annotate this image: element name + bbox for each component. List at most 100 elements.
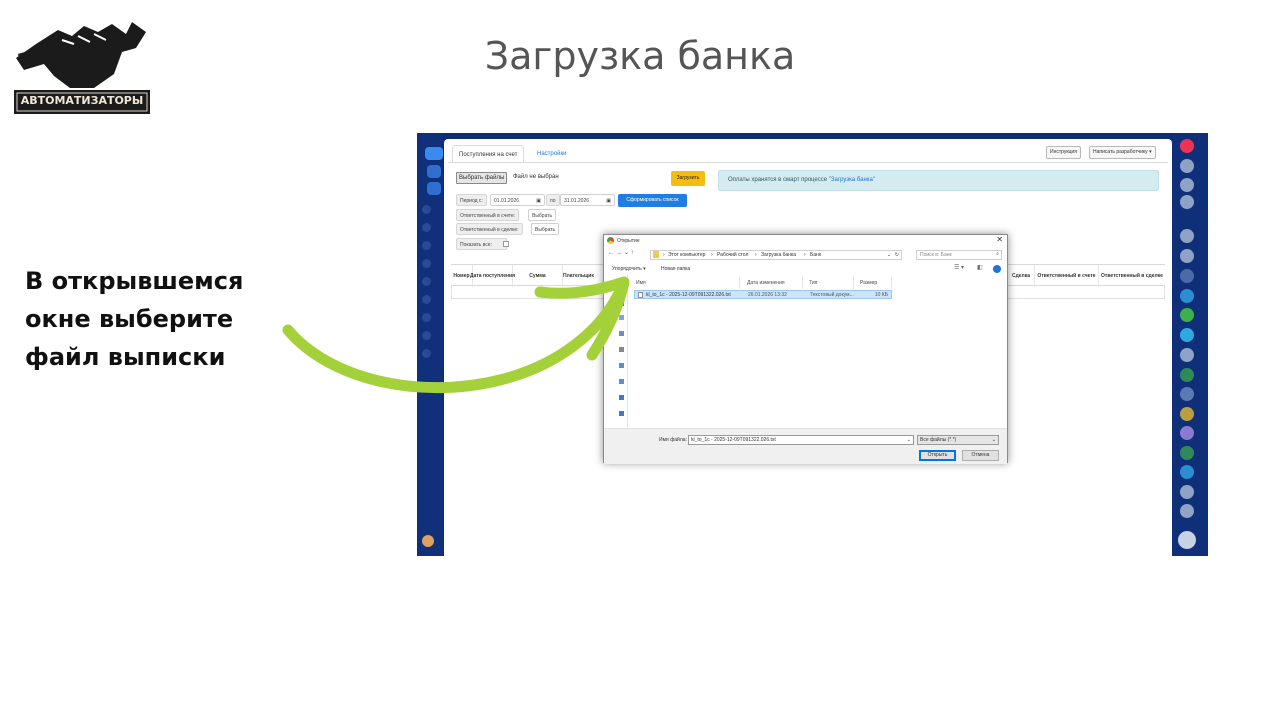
folder-icon[interactable] [619,379,624,384]
network-icon[interactable] [619,363,624,368]
sidebar-menu-dot-icon[interactable] [422,241,431,250]
col-name[interactable]: Имя [630,277,740,289]
contact-avatar-icon[interactable] [1180,269,1194,283]
file-type: Текстовый докум... [810,292,854,298]
bell-icon[interactable] [1180,159,1194,173]
resp-invoice-label: Ответственный в счете: [456,209,520,221]
view-options-icon[interactable]: ☰ ▾ [954,264,964,271]
resp-deal-label-text: Ответственный в сделке [460,227,518,233]
contact-avatar-icon[interactable] [1180,249,1194,263]
chevron-down-icon[interactable]: ⌄ [887,252,891,258]
contact-avatar-icon[interactable] [1180,368,1194,382]
search-placeholder: Поиск в: Банк [920,252,952,258]
quick-access-icon[interactable] [619,287,624,292]
col-type[interactable]: Тип [803,277,854,289]
choose-files-button[interactable]: Выбрать файлы [456,172,508,184]
tab-divider [448,162,1168,163]
file-date: 26.01.2026 13:32 [748,292,787,298]
path-item-desktop[interactable]: Рабочий стол [717,252,748,258]
user-avatar-icon[interactable] [422,535,434,547]
sidebar-menu-dot-icon[interactable] [422,259,431,268]
new-folder-button[interactable]: Новая папка [661,266,690,272]
chevron-down-icon: ⌄ [991,437,996,443]
contact-avatar-icon[interactable] [1180,407,1194,421]
contact-avatar-icon[interactable] [1180,426,1194,440]
chat-icon[interactable] [1180,328,1194,342]
search-input[interactable]: Поиск в: Банк ⌕ [916,250,1002,260]
resp-invoice-label-text: Ответственный в счете [460,213,514,219]
calendar-icon: ▣ [536,198,541,204]
upload-button[interactable]: Загрузить [671,171,705,186]
chat-icon[interactable] [1180,387,1194,401]
file-name: kl_to_1c - 2025-12-09T091322.026.txt [646,292,731,298]
desktop-icon[interactable] [619,315,624,320]
path-separator: › [711,252,713,258]
menu-icon[interactable] [1178,531,1196,549]
col-payer: Плательщик [563,265,605,287]
sidebar-menu-dot-icon[interactable] [422,313,431,322]
sidebar-menu-dot-icon[interactable] [422,205,431,214]
tab-settings[interactable]: Настройки [531,145,572,163]
sidebar-menu-dot-icon[interactable] [422,349,431,358]
sidebar-link-icon[interactable] [427,165,441,178]
period-to-input[interactable]: 31.01.2026 ▣ [560,194,615,206]
robot-icon[interactable] [1180,465,1194,479]
resp-deal-choose[interactable]: Выбрать [531,223,560,235]
sidebar-menu-dot-icon[interactable] [422,331,431,340]
cancel-button[interactable]: Отмена [962,450,999,461]
filetype-select[interactable]: Все файлы (*.*) ⌄ [917,435,999,445]
col-size[interactable]: Размер [854,277,892,289]
period-to-value: 31.01.2026 [564,198,590,204]
open-button[interactable]: Открыть [919,450,956,461]
instructions-button[interactable]: Инструкция [1046,146,1081,159]
col-deal: Сделка [1007,265,1035,287]
chevron-down-icon[interactable]: ⌄ [907,436,911,444]
info-link[interactable]: "Загрузка банка" [829,177,875,183]
chat-icon[interactable] [1180,289,1194,303]
refresh-icon[interactable]: ↻ [895,252,899,258]
address-bar[interactable]: › Этот компьютер › Рабочий стол › Загруз… [650,250,902,260]
resp-deal-label: Ответственный в сделке: [456,223,523,235]
path-item-bank-upload[interactable]: Загрузка банка [761,252,796,258]
documents-icon[interactable] [619,331,624,336]
drive-icon[interactable] [619,347,624,352]
path-item-bank[interactable]: Банк [810,252,821,258]
search-icon[interactable] [1180,195,1194,209]
write-developer-button[interactable]: Написать разработчику ▾ [1089,146,1156,159]
close-icon[interactable]: ✕ [996,235,1003,244]
path-item-computer[interactable]: Этот компьютер [668,252,705,258]
period-from-value: 01.01.2026 [494,198,520,204]
folder-icon [653,251,659,258]
help-icon[interactable] [993,265,1001,273]
no-file-text: Файл не выбран [513,174,559,180]
phone-icon[interactable] [1180,446,1194,460]
sidebar-menu-dot-icon[interactable] [422,277,431,286]
onedrive-icon[interactable] [619,301,624,306]
period-from-input[interactable]: 01.01.2026 ▣ [490,194,545,206]
notification-badge-icon[interactable] [1180,139,1194,153]
filename-input[interactable]: kl_to_1c - 2025-12-09T091322.026.txt ⌄ [688,435,914,445]
preview-pane-icon[interactable]: ◧ [977,264,983,271]
tab-incoming[interactable]: Поступления на счет [452,145,525,163]
portal-right-sidebar [1172,133,1208,556]
settings-icon[interactable] [1180,178,1194,192]
folder-icon[interactable] [619,411,624,416]
form-list-button[interactable]: Сформировать список [618,194,687,207]
nav-arrows-icon[interactable]: ←→⌄↑ [608,249,636,256]
contact-avatar-icon[interactable] [1180,504,1194,518]
contact-avatar-icon[interactable] [1180,485,1194,499]
file-list-item[interactable]: kl_to_1c - 2025-12-09T091322.026.txt 26.… [634,290,892,299]
sidebar-close-icon[interactable] [425,147,443,160]
show-all-checkbox[interactable] [503,241,509,247]
calendar-icon: ▣ [606,198,611,204]
resp-invoice-choose[interactable]: Выбрать [528,209,557,221]
organize-button[interactable]: Упорядочить ▾ [612,266,646,272]
sidebar-menu-dot-icon[interactable] [422,295,431,304]
contact-avatar-icon[interactable] [1180,229,1194,243]
lock-icon[interactable] [1180,308,1194,322]
folder-icon[interactable] [619,395,624,400]
sidebar-menu-dot-icon[interactable] [422,223,431,232]
contact-avatar-icon[interactable] [1180,348,1194,362]
col-date-modified[interactable]: Дата изменения [741,277,803,289]
sidebar-share-icon[interactable] [427,182,441,195]
